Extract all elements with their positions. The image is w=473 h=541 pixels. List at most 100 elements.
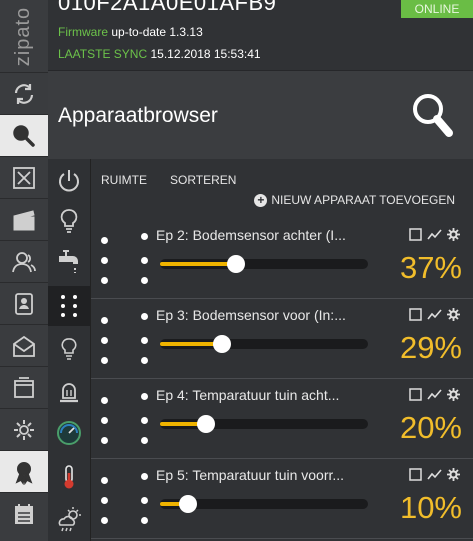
checkbox-icon[interactable] [408,227,423,242]
brand-logo: zipato [0,0,48,70]
title-bar: Apparaatbrowser [48,70,473,160]
type-temperature[interactable] [48,457,90,497]
level-slider[interactable] [160,335,368,353]
slider-fill [160,262,236,266]
level-value: 20% [399,410,462,445]
rooms-icon [14,376,34,398]
slider-knob[interactable] [213,335,231,353]
thermometer-icon [64,465,74,489]
sidebar-item-sync[interactable] [0,72,48,114]
drag-handle-icon[interactable] [101,473,151,533]
gear-icon[interactable] [446,467,461,482]
sidebar-item-users[interactable] [0,240,48,282]
sidebar-item-expand[interactable] [0,156,48,198]
slider-knob[interactable] [227,255,245,273]
device-card[interactable]: Ep 4: Temparatuur tuin acht... 20% [91,379,473,459]
device-name: Ep 2: Bodemsensor achter (I... [156,227,346,243]
filter-room[interactable]: RUIMTE [101,173,147,187]
chart-icon[interactable] [427,467,442,482]
checkbox-icon[interactable] [408,387,423,402]
sensors-dots-icon [61,295,77,317]
type-weather[interactable] [48,499,90,539]
level-slider[interactable] [160,415,368,433]
scene-clapper-icon [13,209,35,230]
messages-icon [13,335,35,357]
sync-label: LAATSTE SYNC [58,47,148,61]
power-icon [59,170,79,192]
sync-value: 15.12.2018 15:53:41 [150,47,261,61]
type-power[interactable] [48,161,90,201]
sidebar-item-rooms[interactable] [0,366,48,408]
type-sensors[interactable] [48,286,90,326]
badge-icon [15,461,33,485]
gear-icon[interactable] [446,387,461,402]
sidebar-item-messages[interactable] [0,324,48,366]
level-value: 29% [399,330,462,365]
sync-icon [14,83,34,104]
weather-icon [58,507,81,532]
chart-icon[interactable] [427,307,442,322]
card-actions [408,307,461,322]
level-slider[interactable] [160,255,368,273]
drag-handle-icon[interactable] [101,393,151,453]
bulb-icon [60,209,78,233]
device-card[interactable]: Ep 5: Temparatuur tuin voorr... 10% [91,459,473,539]
chart-icon[interactable] [427,227,442,242]
device-name: Ep 3: Bodemsensor voor (In:... [156,307,346,323]
device-card[interactable]: Ep 2: Bodemsensor achter (I... 37% [91,219,473,299]
type-meters[interactable] [48,413,90,453]
search-icon [13,124,35,147]
add-device-button[interactable]: + NIEUW APPARAAT TOEVOEGEN [254,193,455,207]
calendar-icon [15,503,33,524]
card-actions [408,467,461,482]
faucet-icon [59,250,78,273]
sidebar-item-search[interactable] [0,114,48,156]
checkbox-icon[interactable] [408,307,423,322]
settings-icon [14,419,34,440]
card-actions [408,227,461,242]
bulb-outline-icon [61,338,77,360]
device-header: 010F2A1A0E01AFB9 ONLINE Firmware up-to-d… [48,0,473,70]
drag-handle-icon[interactable] [101,313,151,373]
device-serial: 010F2A1A0E01AFB9 [58,0,277,15]
device-name: Ep 5: Temparatuur tuin voorr... [156,467,345,483]
filter-sort[interactable]: SORTEREN [170,173,236,187]
gear-icon[interactable] [446,227,461,242]
alarm-icon [60,383,78,403]
sidebar-item-scenes[interactable] [0,198,48,240]
meter-icon [57,421,81,445]
slider-knob[interactable] [197,415,215,433]
level-slider[interactable] [160,495,368,513]
checkbox-icon[interactable] [408,467,423,482]
type-bulbs[interactable] [48,329,90,369]
sidebar-item-badge[interactable] [0,450,48,492]
sidebar-item-calendar[interactable] [0,492,48,534]
expand-icon [13,166,35,189]
contacts-icon [15,292,33,315]
firmware-value: up-to-date 1.3.13 [111,25,203,39]
add-device-label: NIEUW APPARAAT TOEVOEGEN [271,193,455,207]
level-value: 10% [399,490,462,525]
type-alarm[interactable] [48,372,90,412]
level-value: 37% [399,250,462,285]
plus-icon: + [254,193,268,207]
sidebar-item-contacts[interactable] [0,282,48,324]
device-name: Ep 4: Temparatuur tuin acht... [156,387,340,403]
brand-text: zipato [12,6,35,67]
app-sidebar: zipato [0,0,49,541]
status-badge: ONLINE [401,0,473,18]
search-button[interactable] [409,90,455,140]
drag-handle-icon[interactable] [101,233,151,293]
gear-icon[interactable] [446,307,461,322]
type-water[interactable] [48,241,90,281]
type-lights[interactable] [48,201,90,241]
chart-icon[interactable] [427,387,442,402]
sidebar-item-settings[interactable] [0,408,48,450]
page-title: Apparaatbrowser [58,104,218,127]
slider-knob[interactable] [179,495,197,513]
device-card[interactable]: Ep 3: Bodemsensor voor (In:... 29% [91,299,473,379]
firmware-row: Firmware up-to-date 1.3.13 [58,25,203,39]
card-actions [408,387,461,402]
device-type-column [48,159,91,541]
firmware-label: Firmware [58,25,108,39]
